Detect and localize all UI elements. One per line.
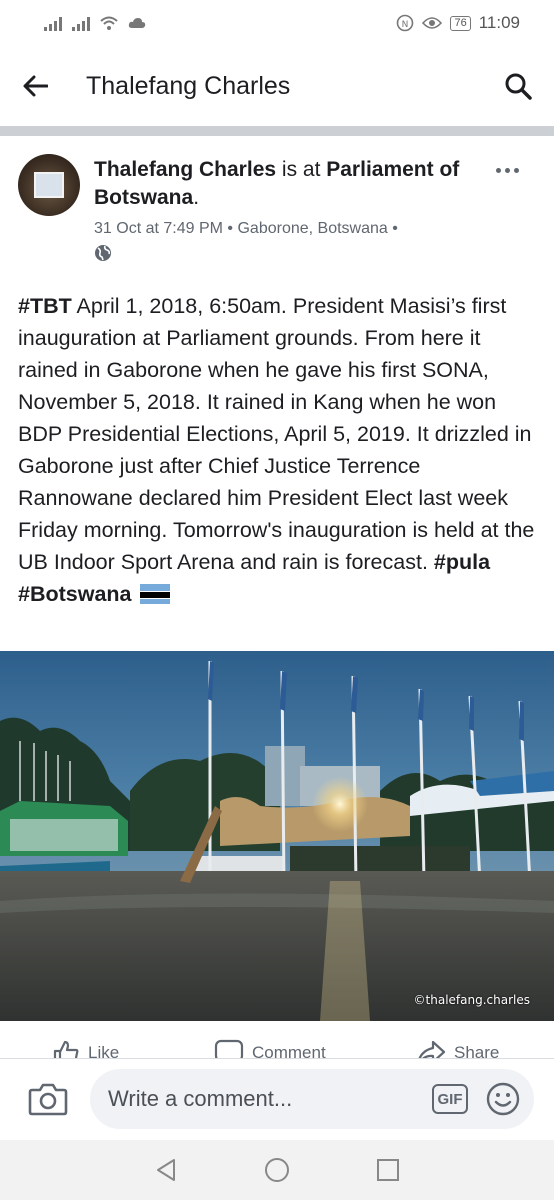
post-actions: Like Comment Share [0, 1021, 554, 1059]
signal-icon [44, 15, 62, 31]
avatar[interactable] [18, 154, 80, 216]
gif-button[interactable]: GIF [432, 1084, 468, 1114]
nav-recents-icon[interactable] [373, 1155, 403, 1185]
status-bar: N 76 11:09 [0, 0, 554, 46]
meta-separator-2: • [392, 220, 398, 237]
system-nav-bar [0, 1140, 554, 1200]
meta-separator: • [227, 220, 234, 237]
post-meta: 31 Oct at 7:49 PM • Gaborone, Botswana • [94, 220, 398, 238]
eye-icon [422, 17, 443, 29]
battery-icon: 76 [450, 15, 471, 31]
camera-icon[interactable] [28, 1081, 68, 1117]
post-body-text: April 1, 2018, 6:50am. President Masisi’… [18, 294, 535, 574]
section-divider [0, 126, 554, 136]
header-title: Thalefang Charles [86, 71, 291, 100]
nav-back-icon[interactable] [151, 1155, 181, 1185]
app-header: Thalefang Charles [0, 46, 554, 126]
is-at-text: is at [276, 158, 327, 181]
hashtag-botswana[interactable]: #Botswana [18, 582, 132, 606]
post-location[interactable]: Gaborone, Botswana [237, 220, 387, 237]
nav-home-icon[interactable] [262, 1155, 292, 1185]
wifi-icon [100, 16, 118, 30]
comment-placeholder: Write a comment... [108, 1086, 293, 1111]
emoji-icon[interactable] [486, 1082, 520, 1116]
search-icon[interactable] [488, 64, 532, 108]
post-timestamp[interactable]: 31 Oct at 7:49 PM [94, 220, 223, 237]
period: . [193, 186, 200, 209]
share-label: Share [454, 1043, 500, 1059]
globe-icon [95, 245, 111, 261]
svg-text:N: N [402, 20, 409, 30]
post-author-line: Thalefang Charles is at Parliament of Bo… [94, 156, 486, 212]
share-button[interactable]: Share [416, 1039, 499, 1059]
clock: 11:09 [478, 13, 520, 32]
arrow-left-icon[interactable] [22, 64, 66, 108]
botswana-flag-icon [139, 584, 170, 604]
comment-button[interactable]: Comment [214, 1039, 326, 1059]
post-header: Thalefang Charles is at Parliament of Bo… [0, 136, 554, 266]
cloud-icon [128, 18, 146, 28]
like-label: Like [88, 1043, 120, 1059]
more-options-icon[interactable] [496, 162, 526, 178]
post-photo[interactable]: ©thalefang.charles [0, 651, 554, 1021]
hashtag-pula[interactable]: #pula [434, 550, 490, 574]
post-body: #TBT April 1, 2018, 6:50am. President Ma… [18, 290, 538, 610]
like-button[interactable]: Like [52, 1039, 119, 1059]
comment-label: Comment [252, 1043, 326, 1059]
comment-input[interactable]: Write a comment... GIF [90, 1069, 534, 1129]
hashtag-tbt[interactable]: #TBT [18, 294, 72, 318]
comment-bar: Write a comment... GIF [0, 1058, 554, 1140]
comment-icon [214, 1039, 244, 1059]
nfc-icon: N [397, 14, 414, 32]
author-name[interactable]: Thalefang Charles [94, 158, 276, 181]
photo-watermark: ©thalefang.charles [413, 993, 530, 1007]
share-icon [418, 1040, 446, 1059]
thumbs-up-icon [53, 1040, 79, 1059]
signal-icon-2 [72, 15, 90, 31]
